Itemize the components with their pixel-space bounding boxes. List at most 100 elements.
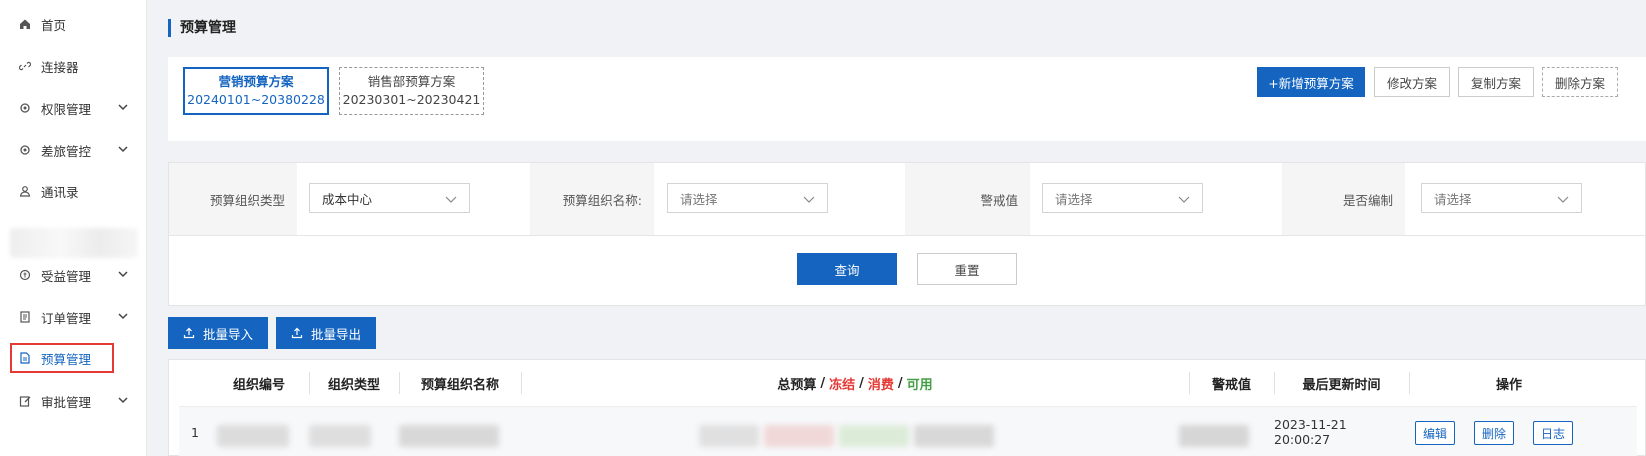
col-ops: 操作 xyxy=(1495,377,1522,393)
log-button[interactable]: 日志 xyxy=(1533,421,1574,445)
org-type-select[interactable]: 成本中心 xyxy=(309,183,470,213)
chevron-down-icon xyxy=(118,146,128,153)
col-warn: 警戒值 xyxy=(1211,377,1251,393)
plan-card-marketing[interactable]: 营销预算方案 20240101~20380228 xyxy=(183,67,329,115)
upload-icon xyxy=(183,327,195,339)
gear-icon xyxy=(18,143,32,157)
redacted-cell xyxy=(309,425,371,447)
budget-table: 组织编号 组织类型 预算组织名称 总预算 / 冻结 / 消费 / 可用 警戒值 … xyxy=(168,359,1646,456)
chevron-down-icon xyxy=(803,196,815,203)
org-type-value: 成本中心 xyxy=(322,191,373,207)
chevron-down-icon xyxy=(118,313,128,320)
header-spent: 消费 xyxy=(867,377,894,393)
page-title: 预算管理 xyxy=(168,19,236,37)
header-frozen: 冻结 xyxy=(829,377,856,393)
sidebar-item-label: 通讯录 xyxy=(41,184,79,200)
query-button[interactable]: 查询 xyxy=(797,253,897,285)
add-plan-button[interactable]: +新增预算方案 xyxy=(1257,67,1365,97)
redacted-cell xyxy=(399,425,499,447)
col-org-type: 组织类型 xyxy=(327,377,380,393)
reset-button[interactable]: 重置 xyxy=(917,253,1017,285)
sidebar-item-benefits[interactable]: 受益管理 xyxy=(0,260,147,290)
home-icon xyxy=(18,17,32,31)
sidebar-item-budget[interactable]: 预算管理 xyxy=(10,343,114,373)
delete-plan-button[interactable]: 删除方案 xyxy=(1542,67,1618,97)
coin-icon xyxy=(18,268,32,282)
delete-button[interactable]: 删除 xyxy=(1474,421,1515,445)
edit-plan-button[interactable]: 修改方案 xyxy=(1374,67,1450,97)
warn-select[interactable]: 请选择 xyxy=(1042,183,1203,213)
plan-name: 营销预算方案 xyxy=(218,74,294,89)
link-icon xyxy=(18,59,32,73)
org-type-label: 预算组织类型 xyxy=(169,163,297,235)
compiled-label: 是否编制 xyxy=(1282,163,1405,235)
user-icon xyxy=(18,184,32,198)
header-total: 总预算 xyxy=(777,377,817,393)
sidebar-item-permissions[interactable]: 权限管理 xyxy=(0,93,147,123)
sidebar-item-home[interactable]: 首页 xyxy=(0,9,147,39)
plan-range: 20240101~20380228 xyxy=(187,92,325,107)
table-row: 1 2023-11-21 20:00:27 编辑 删除 日志 xyxy=(179,406,1637,456)
org-name-label: 预算组织名称: xyxy=(530,163,654,235)
org-name-placeholder: 请选择 xyxy=(680,191,718,207)
chevron-down-icon xyxy=(118,104,128,111)
bulk-import-label: 批量导入 xyxy=(202,326,253,342)
col-budget: 总预算 / 冻结 / 消费 / 可用 xyxy=(521,360,1189,406)
col-updated: 最后更新时间 xyxy=(1302,377,1381,393)
chevron-down-icon xyxy=(1557,196,1569,203)
redacted-cell xyxy=(217,425,289,447)
header-sep: / xyxy=(859,375,864,391)
document-icon xyxy=(18,310,32,324)
gear-icon xyxy=(18,101,32,115)
redacted-block xyxy=(10,228,138,258)
warn-label: 警戒值 xyxy=(905,163,1030,235)
sidebar-item-label: 受益管理 xyxy=(41,268,92,284)
redacted-cell xyxy=(1179,425,1249,447)
sidebar-item-label: 首页 xyxy=(41,17,67,33)
sidebar-item-label: 审批管理 xyxy=(41,394,92,410)
plan-name: 销售部预算方案 xyxy=(367,74,456,89)
col-org-name: 预算组织名称 xyxy=(420,377,499,393)
redacted-cell xyxy=(839,425,909,447)
chevron-down-icon xyxy=(1178,196,1190,203)
sidebar-item-label: 订单管理 xyxy=(41,310,92,326)
copy-plan-button[interactable]: 复制方案 xyxy=(1458,67,1534,97)
sidebar-item-label: 预算管理 xyxy=(41,351,92,367)
bulk-export-button[interactable]: 批量导出 xyxy=(276,317,376,349)
col-org-code: 组织编号 xyxy=(232,377,285,393)
chevron-down-icon xyxy=(118,271,128,278)
plan-range: 20230301~20230421 xyxy=(342,92,481,107)
header-sep: / xyxy=(897,375,903,391)
sidebar-item-contacts[interactable]: 通讯录 xyxy=(0,176,147,206)
compiled-placeholder: 请选择 xyxy=(1434,191,1472,207)
row-index: 1 xyxy=(191,424,199,440)
header-available: 可用 xyxy=(906,377,933,393)
redacted-cell xyxy=(764,425,834,447)
sidebar: 首页 连接器 权限管理 差旅管控 通讯录 受益管理 订单管理 预算管理 审批管理 xyxy=(0,0,147,456)
org-name-select[interactable]: 请选择 xyxy=(667,183,828,213)
header-sep: / xyxy=(820,375,826,391)
sidebar-item-connector[interactable]: 连接器 xyxy=(0,51,147,81)
edit-button[interactable]: 编辑 xyxy=(1415,421,1456,445)
sidebar-item-label: 权限管理 xyxy=(41,101,92,117)
bulk-export-label: 批量导出 xyxy=(310,326,361,342)
warn-placeholder: 请选择 xyxy=(1055,191,1093,207)
sidebar-item-label: 连接器 xyxy=(41,59,79,75)
edit-icon xyxy=(18,394,32,408)
download-icon xyxy=(291,327,303,339)
sidebar-item-approval[interactable]: 审批管理 xyxy=(0,386,147,416)
compiled-select[interactable]: 请选择 xyxy=(1421,183,1582,213)
document-icon xyxy=(18,351,32,365)
chevron-down-icon xyxy=(118,397,128,404)
bulk-import-button[interactable]: 批量导入 xyxy=(168,317,268,349)
sidebar-item-label: 差旅管控 xyxy=(41,143,92,159)
chevron-down-icon xyxy=(445,196,457,203)
divider xyxy=(169,235,1645,236)
filter-panel: 预算组织类型 成本中心 预算组织名称: 请选择 警戒值 请选择 是否编制 请选择… xyxy=(168,162,1646,306)
sidebar-item-travel[interactable]: 差旅管控 xyxy=(0,135,147,165)
plan-card-sales[interactable]: 销售部预算方案 20230301~20230421 xyxy=(339,67,484,115)
row-updated: 2023-11-21 20:00:27 xyxy=(1274,417,1347,447)
sidebar-item-orders[interactable]: 订单管理 xyxy=(0,302,147,332)
plan-panel: 营销预算方案 20240101~20380228 销售部预算方案 2023030… xyxy=(168,57,1646,141)
redacted-cell xyxy=(699,425,759,447)
